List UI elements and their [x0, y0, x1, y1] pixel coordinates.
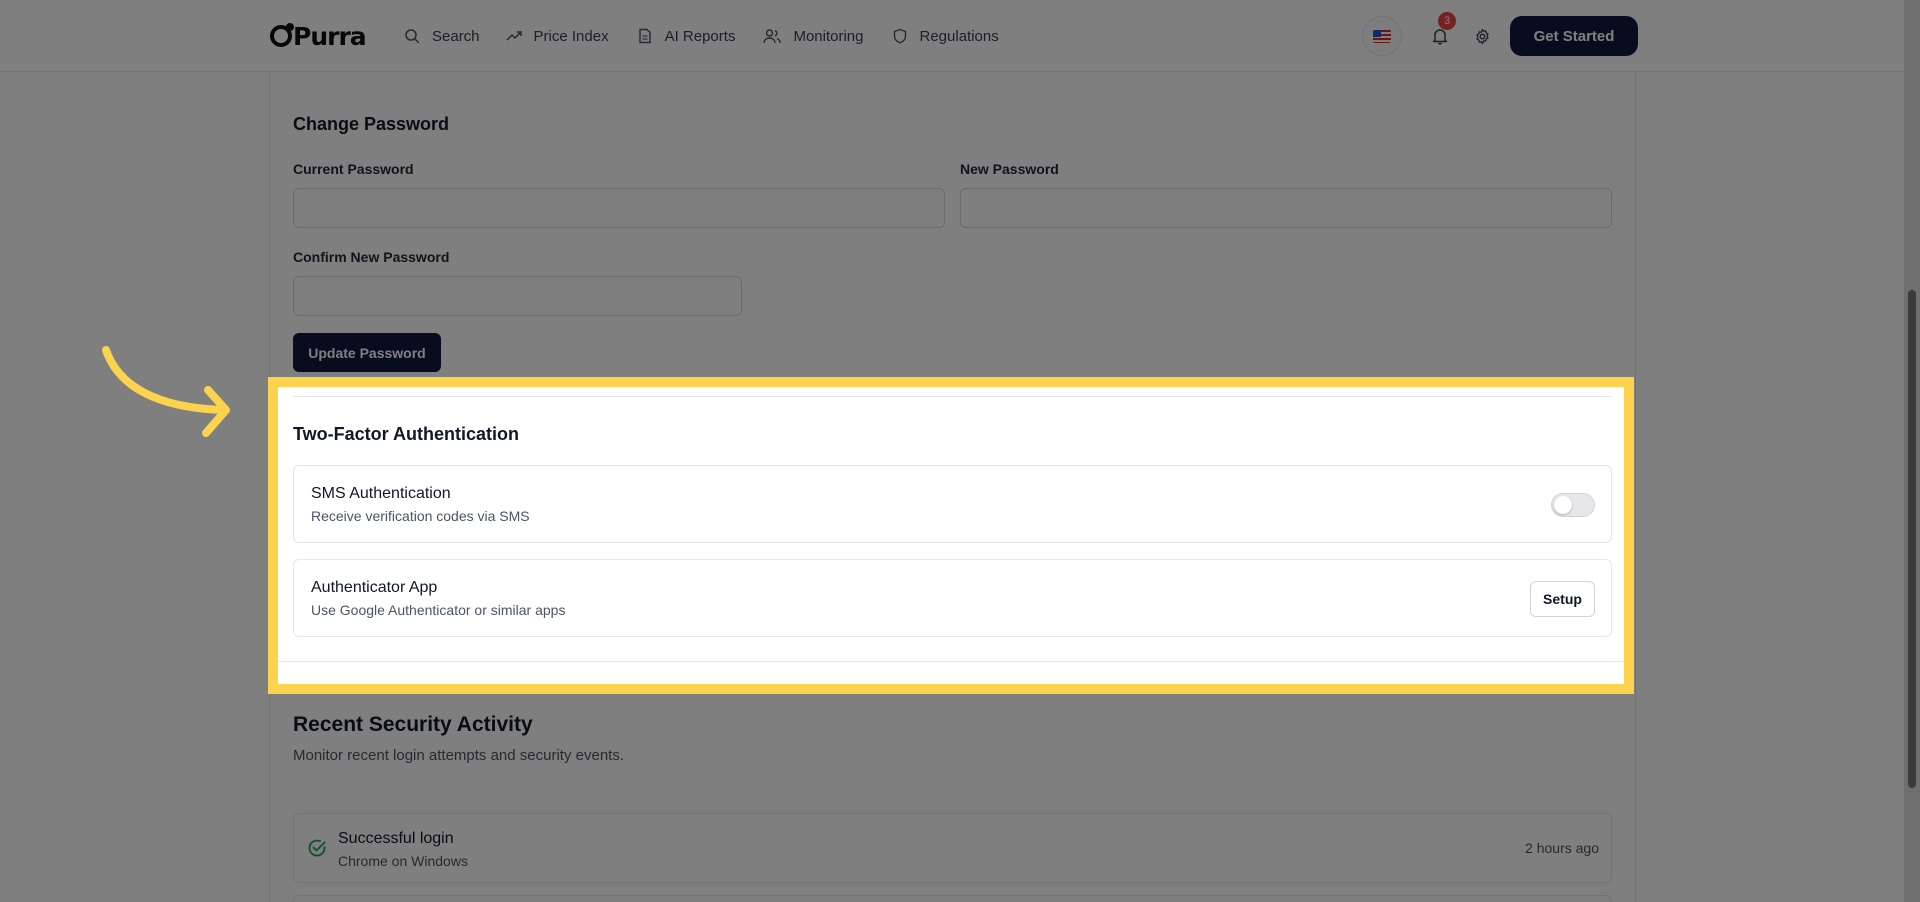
toggle-knob	[1554, 496, 1572, 514]
trending-up-icon	[506, 31, 522, 41]
security-activity-title: Recent Security Activity	[293, 713, 533, 736]
authenticator-app-row: Authenticator App Use Google Authenticat…	[293, 559, 1612, 637]
us-flag-icon	[1373, 29, 1391, 43]
get-started-button[interactable]: Get Started	[1510, 16, 1638, 56]
users-icon	[763, 29, 782, 44]
current-password-input[interactable]	[293, 188, 945, 228]
nav-regulations-label: Regulations	[919, 27, 999, 45]
nav-monitoring[interactable]: Monitoring	[763, 20, 864, 52]
two-factor-title: Two-Factor Authentication	[293, 424, 519, 444]
language-selector[interactable]	[1362, 16, 1402, 56]
change-password-title: Change Password	[293, 114, 450, 134]
activity-item: Successful login Chrome on Windows 2 hou…	[293, 813, 1612, 883]
activity-item	[293, 895, 1612, 902]
nav-ai-reports[interactable]: AI Reports	[637, 20, 736, 52]
settings-button[interactable]	[1462, 16, 1502, 56]
sms-auth-title: SMS Authentication	[311, 485, 451, 502]
sms-auth-row: SMS Authentication Receive verification …	[293, 465, 1612, 543]
confirm-password-label: Confirm New Password	[293, 249, 450, 265]
nav-monitoring-label: Monitoring	[793, 27, 864, 45]
logo[interactable]: Purra	[270, 18, 367, 54]
activity-item-description: Chrome on Windows	[338, 853, 468, 869]
check-circle-icon	[308, 839, 326, 857]
activity-item-time: 2 hours ago	[1525, 840, 1599, 856]
nav-ai-reports-label: AI Reports	[664, 27, 736, 45]
update-password-button[interactable]: Update Password	[293, 333, 441, 372]
authenticator-app-title: Authenticator App	[311, 579, 438, 596]
document-icon	[638, 28, 651, 44]
nav-search-label: Search	[432, 27, 480, 45]
main-nav: Search Price Index AI Reports Monitoring…	[404, 20, 1027, 52]
gear-icon	[1475, 28, 1489, 44]
new-password-input[interactable]	[960, 188, 1612, 228]
section-divider	[278, 661, 1624, 662]
confirm-password-input[interactable]	[293, 276, 742, 316]
nav-regulations[interactable]: Regulations	[892, 20, 999, 52]
top-navbar: Purra Search Price Index AI Reports Moni…	[0, 0, 1920, 72]
authenticator-setup-button[interactable]: Setup	[1530, 581, 1595, 617]
sms-auth-description: Receive verification codes via SMS	[311, 508, 530, 524]
current-password-label: Current Password	[293, 161, 414, 177]
nav-price-index[interactable]: Price Index	[506, 20, 609, 52]
bell-icon	[1432, 28, 1448, 45]
logo-text: Purra	[293, 21, 367, 51]
notification-badge: 3	[1438, 12, 1456, 30]
section-divider	[293, 396, 1612, 397]
scrollbar-thumb[interactable]	[1908, 290, 1916, 788]
pointer-arrow-icon	[102, 346, 230, 437]
search-icon	[405, 29, 420, 44]
sms-auth-toggle[interactable]	[1551, 493, 1595, 517]
nav-price-index-label: Price Index	[533, 27, 609, 45]
activity-item-title: Successful login	[338, 830, 454, 847]
new-password-label: New Password	[960, 161, 1059, 177]
authenticator-app-description: Use Google Authenticator or similar apps	[311, 602, 566, 618]
nav-search[interactable]: Search	[404, 20, 480, 52]
logo-icon	[270, 23, 294, 47]
shield-icon	[893, 28, 906, 44]
security-activity-subtitle: Monitor recent login attempts and securi…	[293, 747, 624, 764]
